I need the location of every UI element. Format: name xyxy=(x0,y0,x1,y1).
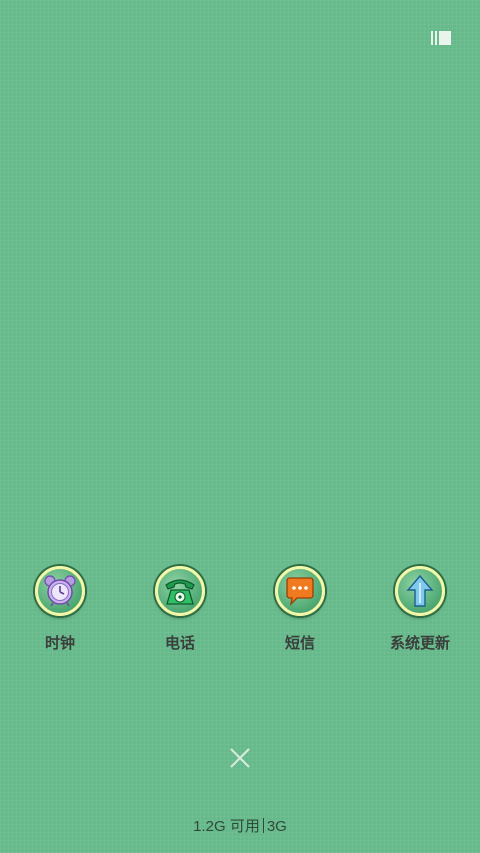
close-icon xyxy=(230,748,250,768)
app-label: 电话 xyxy=(164,634,195,652)
memory-divider xyxy=(262,818,264,833)
alarm-clock-icon xyxy=(35,566,85,616)
clear-all-button[interactable] xyxy=(226,744,254,772)
app-label: 短信 xyxy=(284,634,315,652)
app-label: 系统更新 xyxy=(389,634,450,652)
memory-status: 1.2G 可用 3G xyxy=(0,815,480,836)
app-label: 时钟 xyxy=(44,634,75,652)
app-messages[interactable]: 短信 xyxy=(240,566,360,653)
upload-arrow-icon xyxy=(395,566,445,616)
app-phone[interactable]: 电话 xyxy=(120,566,240,653)
recent-apps-row: 时钟 电话 短信 系统更新 xyxy=(0,566,480,666)
app-system-update[interactable]: 系统更新 xyxy=(360,566,480,653)
multi-window-button[interactable] xyxy=(426,26,456,50)
memory-total: 3G xyxy=(266,818,287,835)
message-icon xyxy=(275,566,325,616)
multi-window-icon xyxy=(431,31,451,45)
phone-icon xyxy=(155,566,205,616)
memory-available: 1.2G 可用 xyxy=(193,818,260,835)
app-clock[interactable]: 时钟 xyxy=(0,566,120,653)
